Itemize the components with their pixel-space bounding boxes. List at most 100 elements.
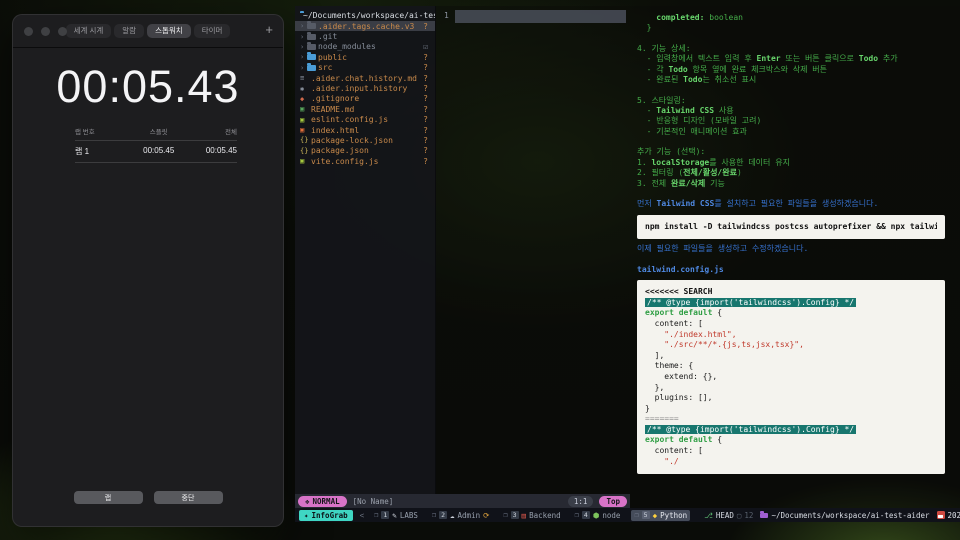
- text-segment: 를 설치하고 필요한 파일들을 생성하겠습니다.: [714, 199, 879, 209]
- text-segment: Tailwind CSS: [656, 106, 715, 116]
- minimize-button[interactable]: [41, 27, 50, 36]
- tmux-window-python[interactable]: ❐ 5 ◆ Python: [631, 509, 691, 521]
- js-file-icon: ▣: [300, 157, 305, 166]
- clock-titlebar: 세계 시계 알람 스톱워치 타이머 +: [13, 15, 283, 48]
- git-status-badge: ?: [423, 52, 428, 62]
- tab-world-clock[interactable]: 세계 시계: [65, 24, 112, 38]
- aider-output-line: 1. localStorage를 사용한 데이터 유지: [637, 158, 945, 168]
- chevron-right-icon: ›: [300, 53, 305, 62]
- tree-item-package.json[interactable]: {} package.json?: [295, 146, 435, 156]
- tree-item-package-lock.json[interactable]: {} package-lock.json?: [295, 135, 435, 145]
- aider-output-line: - 기본적인 애니메이션 효과: [637, 127, 945, 137]
- text-segment: export default: [645, 435, 713, 445]
- add-clock-button[interactable]: +: [265, 22, 273, 37]
- stop-button[interactable]: 중단: [153, 491, 223, 504]
- text-segment: <<<<<<< SEARCH: [645, 287, 713, 297]
- text-segment: {: [712, 308, 723, 318]
- tree-item-name: node_modules: [318, 42, 376, 52]
- git-status-badge: ?: [423, 156, 428, 166]
- session-icon: ✦: [304, 510, 309, 520]
- close-button[interactable]: [24, 27, 33, 36]
- code-line: =======: [645, 414, 937, 425]
- tree-item-eslint.config.js[interactable]: ▣ eslint.config.js?: [295, 115, 435, 125]
- tab-alarm[interactable]: 알람: [114, 24, 145, 38]
- tree-item-.aider.input.history[interactable]: ✱ .aider.input.history?: [295, 83, 435, 93]
- tree-item-name: .gitignore: [311, 94, 360, 104]
- cwd-path: ~/Documents/workspace/ai-test-aider: [771, 510, 930, 520]
- tree-item-README.md[interactable]: ▣ README.md?: [295, 104, 435, 114]
- text-segment: content: [: [645, 318, 703, 328]
- tree-item-.aider.chat.history.md[interactable]: ≡ .aider.chat.history.md?: [295, 73, 435, 83]
- git-status-badge: ?: [423, 104, 428, 114]
- date-indicator: 2024-12-04: [936, 511, 960, 520]
- text-segment: export default: [645, 308, 713, 318]
- text-segment: -: [637, 106, 657, 116]
- text-segment: 먼저: [637, 199, 657, 209]
- window-icon: ❐: [503, 511, 508, 519]
- markdown-file-icon: ≡: [300, 74, 305, 83]
- refresh-icon: ⟳: [483, 510, 490, 520]
- vim-statusline: ❖ NORMAL [No Name] 1:1 Top: [295, 494, 630, 508]
- text-segment: completed:: [637, 13, 710, 22]
- aider-output-line: 2. 필터링 (전체/활성/완료): [637, 168, 945, 178]
- code-line: },: [645, 383, 937, 394]
- text-segment: - 기본적인 애니메이션 효과: [637, 126, 747, 136]
- js-file-icon: ▣: [300, 115, 305, 124]
- code-line: "./: [645, 457, 937, 468]
- tree-item-public[interactable]: › public?: [295, 52, 435, 62]
- tmux-session-name: InfoGrab: [311, 510, 348, 520]
- editor-pane[interactable]: 1: [437, 6, 630, 494]
- text-segment: ): [736, 168, 742, 178]
- aider-output-line: 3. 전체 완료/삭제 기능: [637, 179, 945, 189]
- window-name: Backend: [529, 510, 561, 520]
- lap-split: 00:05.45: [143, 146, 175, 155]
- text-segment: 를 사용한 데이터 유지: [709, 157, 790, 167]
- zoom-button[interactable]: [58, 27, 67, 36]
- text-segment: ],: [645, 350, 665, 360]
- sync-icon: ▢: [736, 510, 742, 520]
- cloud-icon: ☁: [450, 510, 455, 520]
- tree-item-vite.config.js[interactable]: ▣ vite.config.js?: [295, 156, 435, 166]
- terminal-window: ~/Documents/workspace/ai-test › .aider.ta…: [295, 6, 960, 522]
- text-segment: - 각: [637, 64, 669, 74]
- text-segment: =======: [645, 414, 679, 424]
- window-index: 2: [439, 511, 448, 519]
- tmux-window-labs[interactable]: ❐ 1 ✎ LABS: [371, 510, 421, 521]
- text-segment: localStorage: [651, 157, 710, 167]
- tree-item-src[interactable]: › src?: [295, 62, 435, 73]
- lap-header-split: 스플릿: [149, 129, 168, 136]
- window-name: LABS: [399, 510, 418, 520]
- history-file-icon: ✱: [300, 85, 311, 93]
- text-segment: /** @type {import('tailwindcss').Config}…: [645, 424, 857, 434]
- text-segment: 완료/삭제: [671, 178, 706, 188]
- tmux-session-badge[interactable]: ✦ InfoGrab: [299, 509, 353, 521]
- history-file-icon: ✱: [300, 84, 305, 93]
- aider-output-line: }: [637, 23, 945, 33]
- markdown-file-icon: ≡: [300, 74, 311, 82]
- aider-chat-pane[interactable]: completed: boolean } 4. 기능 상세: - 입력창에서 텍…: [632, 6, 960, 508]
- git-status-badge: ?: [423, 84, 428, 94]
- tree-item-.aider.tags.cache.v3[interactable]: › .aider.tags.cache.v3?: [295, 21, 435, 32]
- file-tree-root[interactable]: ~/Documents/workspace/ai-test: [295, 10, 435, 21]
- tmux-window-node[interactable]: ❐ 4 ⬢ node: [572, 510, 624, 521]
- stopwatch-time-display: 00:05.43: [56, 61, 240, 112]
- tab-timer[interactable]: 타이머: [193, 24, 231, 38]
- aider-output-line: [637, 137, 945, 147]
- text-segment: 기능: [705, 178, 725, 188]
- tree-item-node_modules[interactable]: › node_modules ☑: [295, 41, 435, 52]
- tree-item-index.html[interactable]: ▣ index.html?: [295, 125, 435, 135]
- text-segment: Todo: [858, 54, 879, 64]
- tab-stopwatch[interactable]: 스톱워치: [147, 24, 191, 38]
- clock-tabs: 세계 시계 알람 스톱워치 타이머: [65, 24, 231, 38]
- tmux-window-admin[interactable]: ❐ 2 ☁ Admin ⟳: [429, 510, 493, 521]
- clock-app-window: 세계 시계 알람 스톱워치 타이머 + 00:05.43 랩 번호 스플릿 전체 랩 …: [12, 14, 284, 527]
- aider-output-line: 이제 필요한 파일들을 생성하고 수정하겠습니다.: [637, 244, 945, 254]
- lap-table-header: 랩 번호 스플릿 전체: [75, 126, 237, 141]
- json-file-icon: {}: [300, 136, 309, 145]
- window-name: Admin: [457, 510, 481, 520]
- tmux-window-backend[interactable]: ❐ 3 ▤ Backend: [500, 510, 563, 521]
- aider-output-line: 4. 기능 상세:: [637, 44, 945, 54]
- tree-item-.gitignore[interactable]: ◆ .gitignore?: [295, 94, 435, 104]
- tree-item-.git[interactable]: › .git: [295, 31, 435, 41]
- lap-button[interactable]: 랩: [73, 491, 143, 504]
